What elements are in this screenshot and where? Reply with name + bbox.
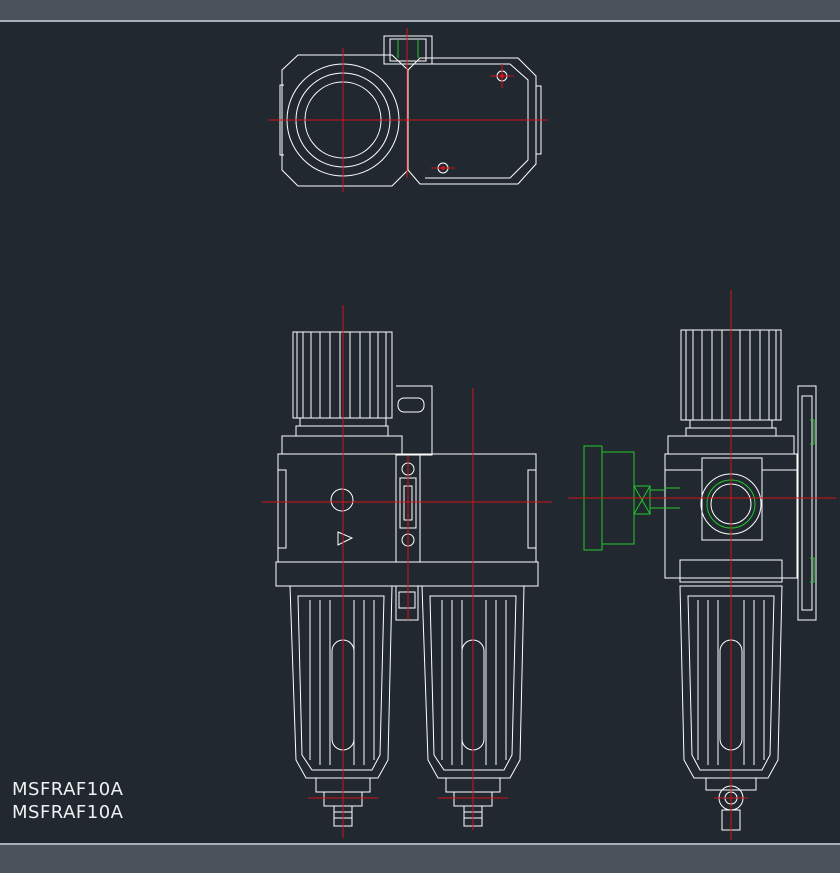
top-toolbar-strip (0, 0, 840, 22)
front-view (275, 331, 539, 827)
bottom-status-strip (0, 843, 840, 873)
cad-viewport[interactable]: MSFRAF10A MSFRAF10A (0, 0, 840, 873)
top-view (279, 35, 542, 187)
drawing-labels: MSFRAF10A MSFRAF10A (12, 778, 123, 824)
drawing-canvas[interactable] (0, 22, 840, 843)
top-view-accent (397, 40, 419, 58)
model-label: MSFRAF10A (12, 802, 124, 823)
pressure-gauge (583, 419, 815, 583)
side-view (664, 329, 817, 831)
front-view-centerlines (262, 305, 552, 838)
top-view-holes (441, 74, 504, 170)
model-label: MSFRAF10A (12, 779, 124, 800)
